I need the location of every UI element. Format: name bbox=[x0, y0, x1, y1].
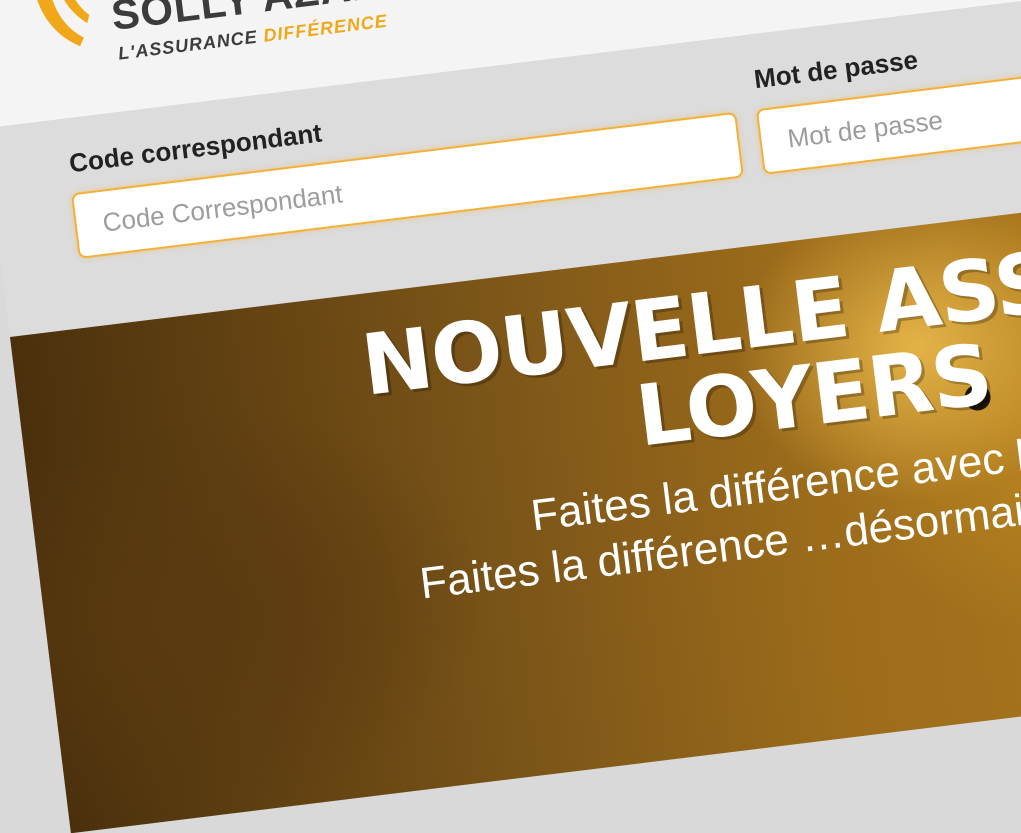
page-plane: SOLLY AZAR L'ASSURANCE DIFFÉRENCE Code c… bbox=[0, 0, 1021, 833]
solly-azar-logo-icon bbox=[32, 0, 90, 47]
code-correspondant-input[interactable] bbox=[70, 111, 744, 259]
password-label: Mot de passe bbox=[752, 44, 920, 95]
